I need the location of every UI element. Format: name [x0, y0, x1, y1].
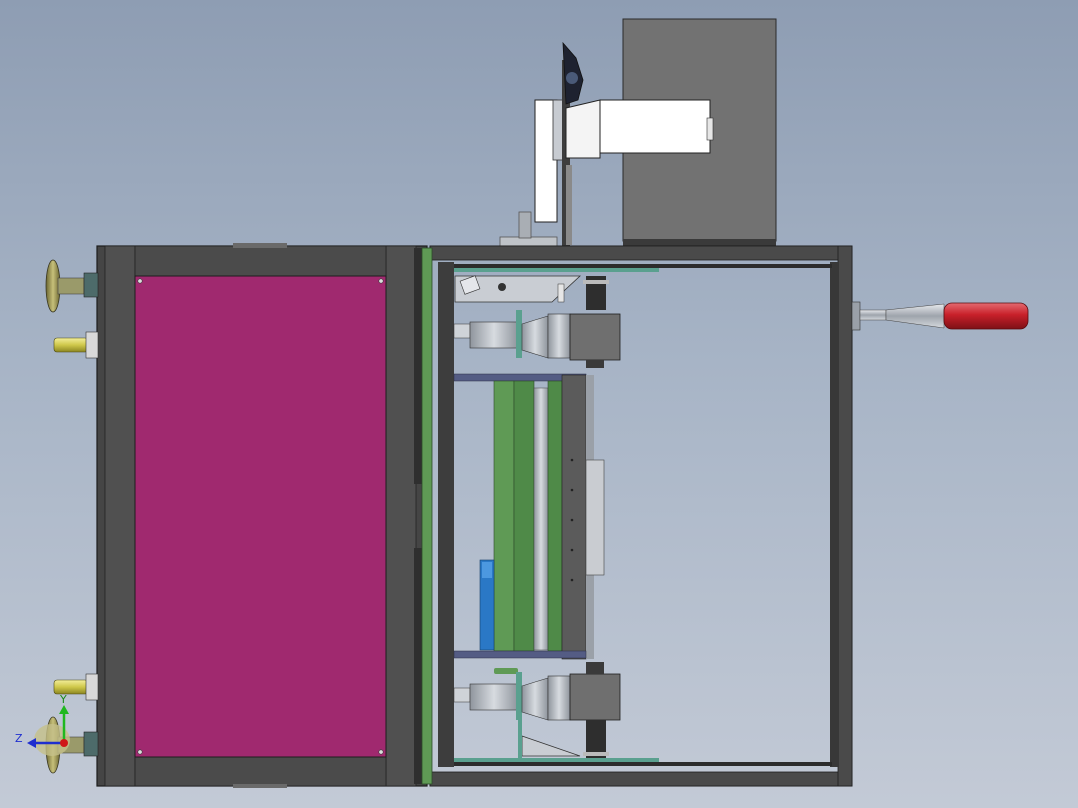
y-axis-label: Y	[59, 693, 67, 706]
lower-sensor-bracket[interactable]	[518, 720, 609, 758]
central-module[interactable]	[493, 374, 605, 660]
coordinate-triad: Z Y	[15, 693, 70, 756]
cad-viewport[interactable]: Z Y	[0, 0, 1078, 808]
green-tab	[494, 668, 518, 674]
motor-icon	[562, 41, 584, 105]
leveling-foot-icon	[45, 259, 99, 313]
blue-part	[479, 559, 495, 651]
lens-assembly-icon	[453, 310, 621, 368]
upper-sensor-bracket[interactable]	[454, 275, 609, 310]
cad-model-scene[interactable]: Z Y	[0, 0, 1078, 808]
caster-icon	[53, 331, 99, 359]
lower-rail	[453, 650, 587, 659]
origin-dot	[60, 739, 68, 747]
handle-icon[interactable]	[851, 301, 1029, 331]
z-axis-label: Z	[15, 732, 23, 745]
lens-assembly-icon	[453, 662, 621, 721]
door-panel[interactable]	[134, 275, 387, 758]
